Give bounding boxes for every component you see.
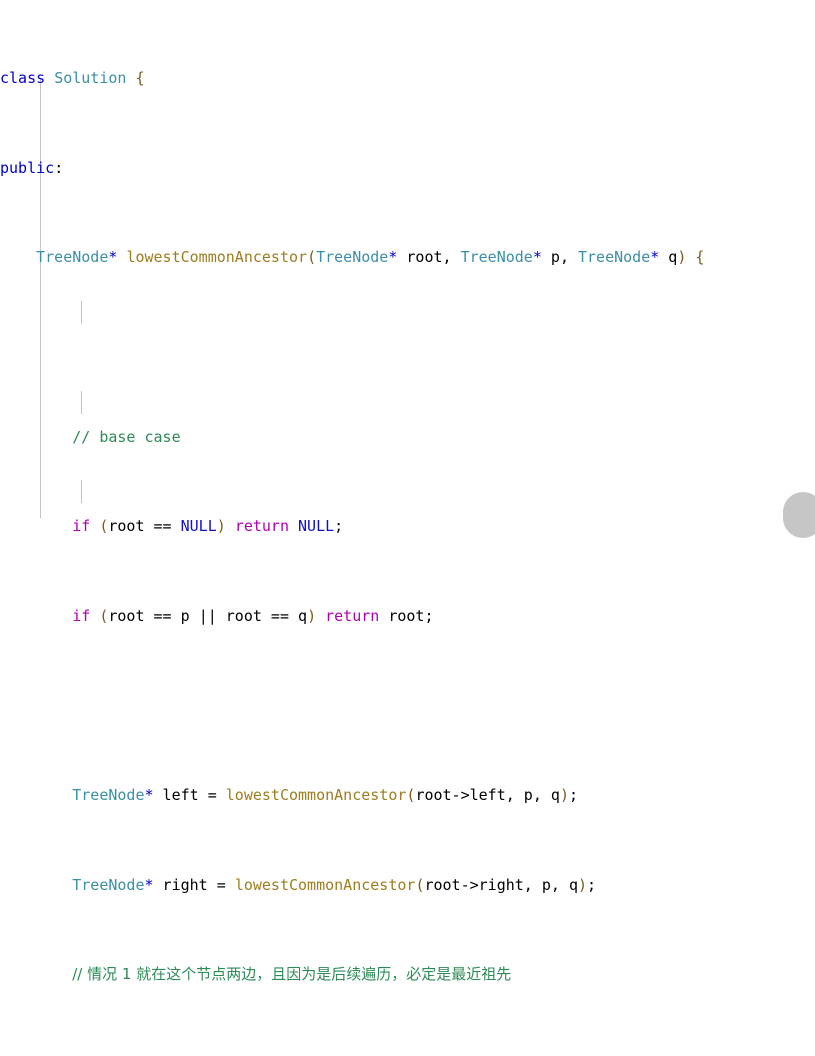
condition-expr: root ==: [108, 517, 181, 536]
keyword-public: public: [0, 158, 55, 177]
keyword-if: if: [72, 1055, 90, 1056]
keyword-if: if: [72, 606, 91, 625]
open-paren: (: [415, 875, 425, 894]
code-line-1: class Solution {: [0, 67, 815, 89]
var-left-assign: left =: [153, 786, 226, 805]
param2-star: *: [532, 248, 542, 267]
corner-rounded-widget[interactable]: [783, 492, 815, 538]
open-paren: (: [406, 786, 416, 805]
constant-null: NULL: [298, 517, 335, 536]
function-call: lowestCommonAncestor: [234, 875, 416, 894]
keyword-return: return: [325, 606, 380, 625]
keyword-return: return: [234, 517, 289, 536]
comment-base-case: // base case: [72, 427, 181, 446]
function-open-brace: {: [686, 248, 705, 267]
type-treenode: TreeNode: [72, 786, 145, 805]
code-line-10: TreeNode* right = lowestCommonAncestor(r…: [0, 874, 815, 896]
constant-null: NULL: [334, 1055, 370, 1056]
logical-and: &&: [217, 1055, 253, 1056]
code-line-11: // 情况 1 就在这个节点两边，且因为是后续遍历，必定是最近祖先: [0, 963, 815, 985]
condition-expr-a: left !=: [108, 1055, 180, 1056]
pointer-star: *: [108, 248, 118, 267]
class-name-solution: Solution: [54, 69, 127, 88]
param2-name: p: [541, 248, 560, 267]
code-line-3: TreeNode* lowestCommonAncestor(TreeNode*…: [0, 246, 815, 268]
pointer-star: *: [144, 786, 154, 805]
close-paren: ): [578, 875, 588, 894]
comma-2: ,: [559, 248, 578, 267]
constant-null: NULL: [181, 1055, 217, 1056]
open-paren: (: [90, 517, 109, 536]
var-right-assign: right =: [153, 875, 235, 894]
close-paren: ): [370, 1055, 379, 1056]
return-value: root;: [388, 606, 434, 625]
pointer-star: *: [144, 875, 154, 894]
type-treenode: TreeNode: [72, 875, 145, 894]
code-line-7: if (root == p || root == q) return root;: [0, 605, 815, 627]
code-content[interactable]: class Solution { public: TreeNode* lowes…: [0, 0, 815, 1056]
function-call: lowestCommonAncestor: [225, 786, 407, 805]
open-brace: {: [135, 69, 145, 88]
close-paren: ): [559, 786, 569, 805]
code-editor-pane[interactable]: class Solution { public: TreeNode* lowes…: [0, 0, 815, 1056]
comment-case-1: // 情况 1 就在这个节点两边，且因为是后续遍历，必定是最近祖先: [72, 965, 512, 984]
semicolon: ;: [587, 875, 597, 894]
semicolon: ;: [334, 517, 344, 536]
open-paren: (: [90, 606, 109, 625]
condition-expr-b: root == q: [216, 606, 308, 625]
param2-type: TreeNode: [460, 248, 533, 267]
open-paren: (: [90, 1055, 108, 1056]
param3-type: TreeNode: [578, 248, 651, 267]
param1-name: root: [397, 248, 443, 267]
close-paren: ): [307, 606, 317, 625]
comma-1: ,: [442, 248, 461, 267]
function-name: lowestCommonAncestor: [126, 248, 308, 267]
open-brace: {: [379, 1055, 397, 1056]
keyword-if: if: [72, 517, 91, 536]
code-line-5: // base case: [0, 426, 815, 448]
param3-name: q: [659, 248, 678, 267]
code-line-4-blank: [0, 336, 815, 358]
condition-expr-b: right !=: [253, 1055, 334, 1056]
logical-or: ||: [198, 606, 217, 625]
semicolon: ;: [568, 786, 578, 805]
code-line-9: TreeNode* left = lowestCommonAncestor(ro…: [0, 784, 815, 806]
close-paren: ): [216, 517, 226, 536]
constant-null: NULL: [180, 517, 217, 536]
colon: :: [54, 158, 64, 177]
code-line-12: if (left != NULL && right != NULL) {: [0, 1053, 815, 1056]
call-arguments: root->left, p, q: [415, 786, 560, 805]
code-line-2: public:: [0, 157, 815, 179]
code-line-6: if (root == NULL) return NULL;: [0, 515, 815, 537]
keyword-class: class: [0, 69, 46, 88]
open-paren: (: [307, 248, 317, 267]
param3-star: *: [650, 248, 660, 267]
call-arguments: root->right, p, q: [424, 875, 578, 894]
code-line-8-blank: [0, 694, 815, 716]
return-type-treenode: TreeNode: [36, 248, 109, 267]
param1-type: TreeNode: [316, 248, 389, 267]
condition-expr-a: root == p: [108, 606, 199, 625]
